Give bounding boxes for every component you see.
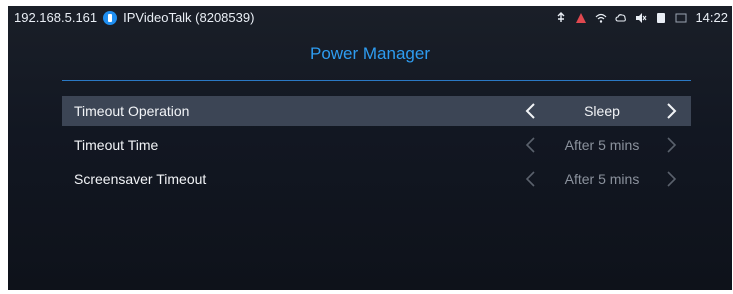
- status-bar: 192.168.5.161 IPVideoTalk (8208539) 14:2…: [8, 6, 732, 30]
- chevron-right-icon[interactable]: [662, 135, 680, 155]
- setting-row-screensaver-timeout[interactable]: Screensaver Timeout After 5 mins: [62, 164, 691, 194]
- setting-row-timeout-operation[interactable]: Timeout Operation Sleep: [62, 96, 691, 126]
- usb-icon: [557, 11, 565, 22]
- mute-icon: [636, 12, 647, 23]
- chevron-right-icon[interactable]: [662, 101, 680, 121]
- device-screen: 192.168.5.161 IPVideoTalk (8208539) 14:2…: [8, 6, 732, 290]
- page-title: Power Manager: [309, 44, 430, 63]
- status-right: 14:22: [555, 10, 728, 25]
- setting-label: Screensaver Timeout: [74, 171, 207, 187]
- clock: 14:22: [695, 10, 728, 25]
- chevron-left-icon[interactable]: [522, 135, 540, 155]
- cloud-icon: [615, 13, 627, 22]
- alert-icon: [576, 12, 587, 23]
- wifi-icon: [596, 13, 607, 23]
- setting-label: Timeout Time: [74, 137, 159, 153]
- screenshot-icon: [675, 13, 687, 22]
- app-account: IPVideoTalk (8208539): [123, 10, 255, 25]
- setting-row-timeout-time[interactable]: Timeout Time After 5 mins: [62, 130, 691, 160]
- chevron-right-icon[interactable]: [662, 169, 680, 189]
- chevron-left-icon[interactable]: [522, 101, 540, 121]
- setting-value: After 5 mins: [564, 137, 640, 153]
- account-icon: [103, 10, 118, 25]
- title-divider: [62, 80, 691, 81]
- chevron-left-icon[interactable]: [522, 169, 540, 189]
- setting-label: Timeout Operation: [74, 103, 190, 119]
- sim-icon: [657, 12, 666, 23]
- ip-address: 192.168.5.161: [14, 10, 98, 25]
- setting-value: After 5 mins: [564, 171, 640, 187]
- status-left: 192.168.5.161 IPVideoTalk (8208539): [14, 10, 254, 25]
- setting-value: Sleep: [584, 103, 620, 119]
